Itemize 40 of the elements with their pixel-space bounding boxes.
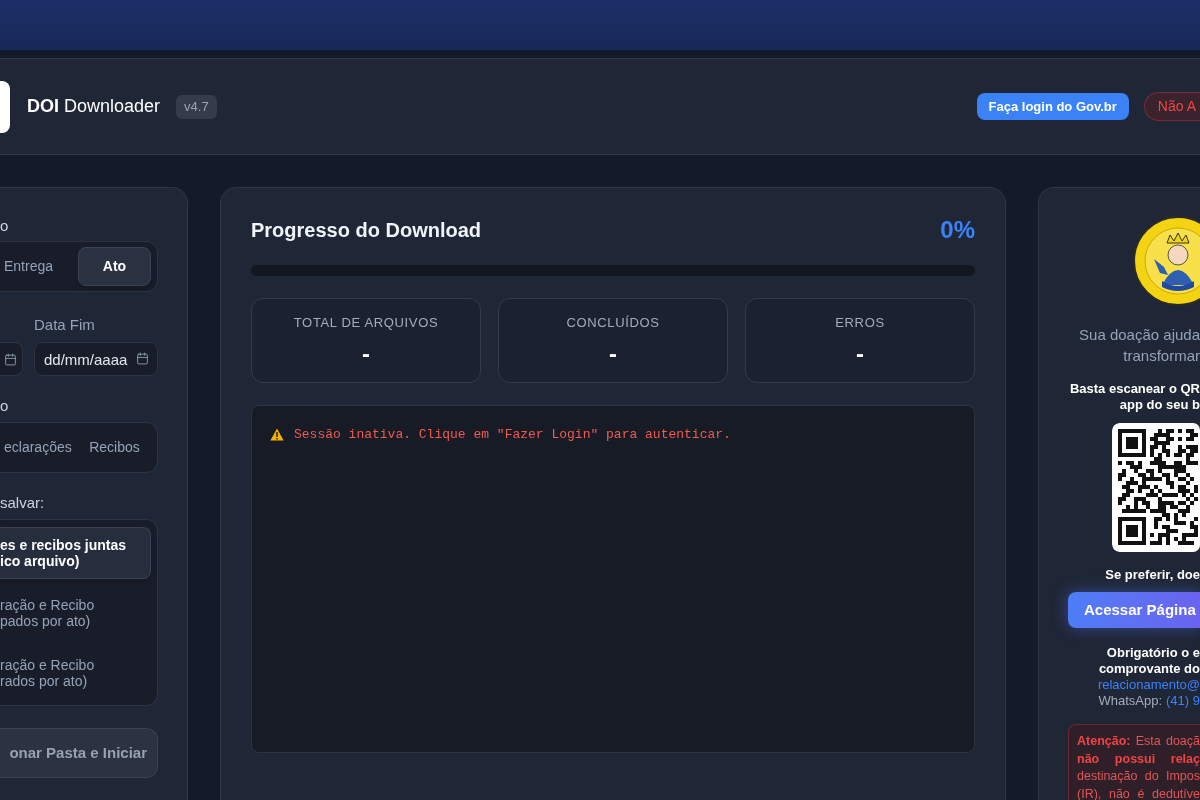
field-label: o: [0, 396, 10, 416]
panel-title: Progresso do Download: [251, 218, 482, 243]
save-option[interactable]: ração e Recibo rados por ato): [0, 647, 151, 699]
segment-tab[interactable]: Entrega: [0, 247, 76, 286]
segment-tab[interactable]: Recibos: [78, 428, 151, 467]
alternative-text: Se preferir, doe: [1105, 567, 1200, 583]
whatsapp-label: WhatsApp:: [1098, 693, 1163, 709]
stat-value: -: [856, 340, 864, 368]
calendar-icon: [4, 352, 17, 366]
date-field[interactable]: dd/mm/aaaa: [34, 342, 158, 376]
progress-percent: 0%: [940, 215, 975, 245]
save-option[interactable]: ração e Recibo pados por ato): [0, 587, 151, 639]
field-label: o: [0, 216, 10, 236]
save-option[interactable]: es e recibos juntas ico arquivo): [0, 527, 151, 579]
field-label: salvar:: [0, 493, 46, 513]
attention-note: Atenção: Esta doaçã não possui relaç destinação do Impos (IR), não é dedutíve: [1077, 733, 1200, 800]
log-message: Sessão inativa. Clique em "Fazer Login" para autenticar.: [294, 426, 731, 444]
requirement-text: Obrigatório o e comprovante do: [1098, 645, 1200, 677]
stat-label: ERROS: [835, 315, 885, 331]
warning-icon: [270, 428, 284, 442]
stat-value: -: [362, 340, 370, 368]
stat-label: CONCLUÍDOS: [566, 315, 660, 331]
email-link[interactable]: relacionamento@: [1097, 677, 1200, 693]
login-button[interactable]: Faça login do Gov.br: [976, 93, 1129, 120]
scan-instructions: Basta escanear o QR app do seu b: [1069, 381, 1200, 413]
donation-message: Sua doação ajuda transformar: [1079, 325, 1200, 366]
calendar-icon: [136, 352, 149, 365]
stat-label: TOTAL DE ARQUIVOS: [293, 315, 439, 331]
segment-tab[interactable]: eclarações: [0, 428, 76, 467]
segment-tab[interactable]: Ato: [78, 247, 151, 286]
phone-link[interactable]: (41) 9: [1166, 693, 1200, 709]
date-field[interactable]: [0, 342, 23, 376]
version-label: v4.7: [176, 94, 217, 119]
app-title: DOI Downloader: [27, 95, 161, 118]
donation-page-button[interactable]: Acessar Página: [1068, 592, 1200, 628]
stat-value: -: [609, 340, 617, 368]
field-label: Data Fim: [34, 315, 96, 335]
status-label: Não A: [1143, 92, 1200, 121]
app-logo-icon: [0, 80, 10, 133]
start-button[interactable]: onar Pasta e Iniciar: [0, 728, 158, 778]
